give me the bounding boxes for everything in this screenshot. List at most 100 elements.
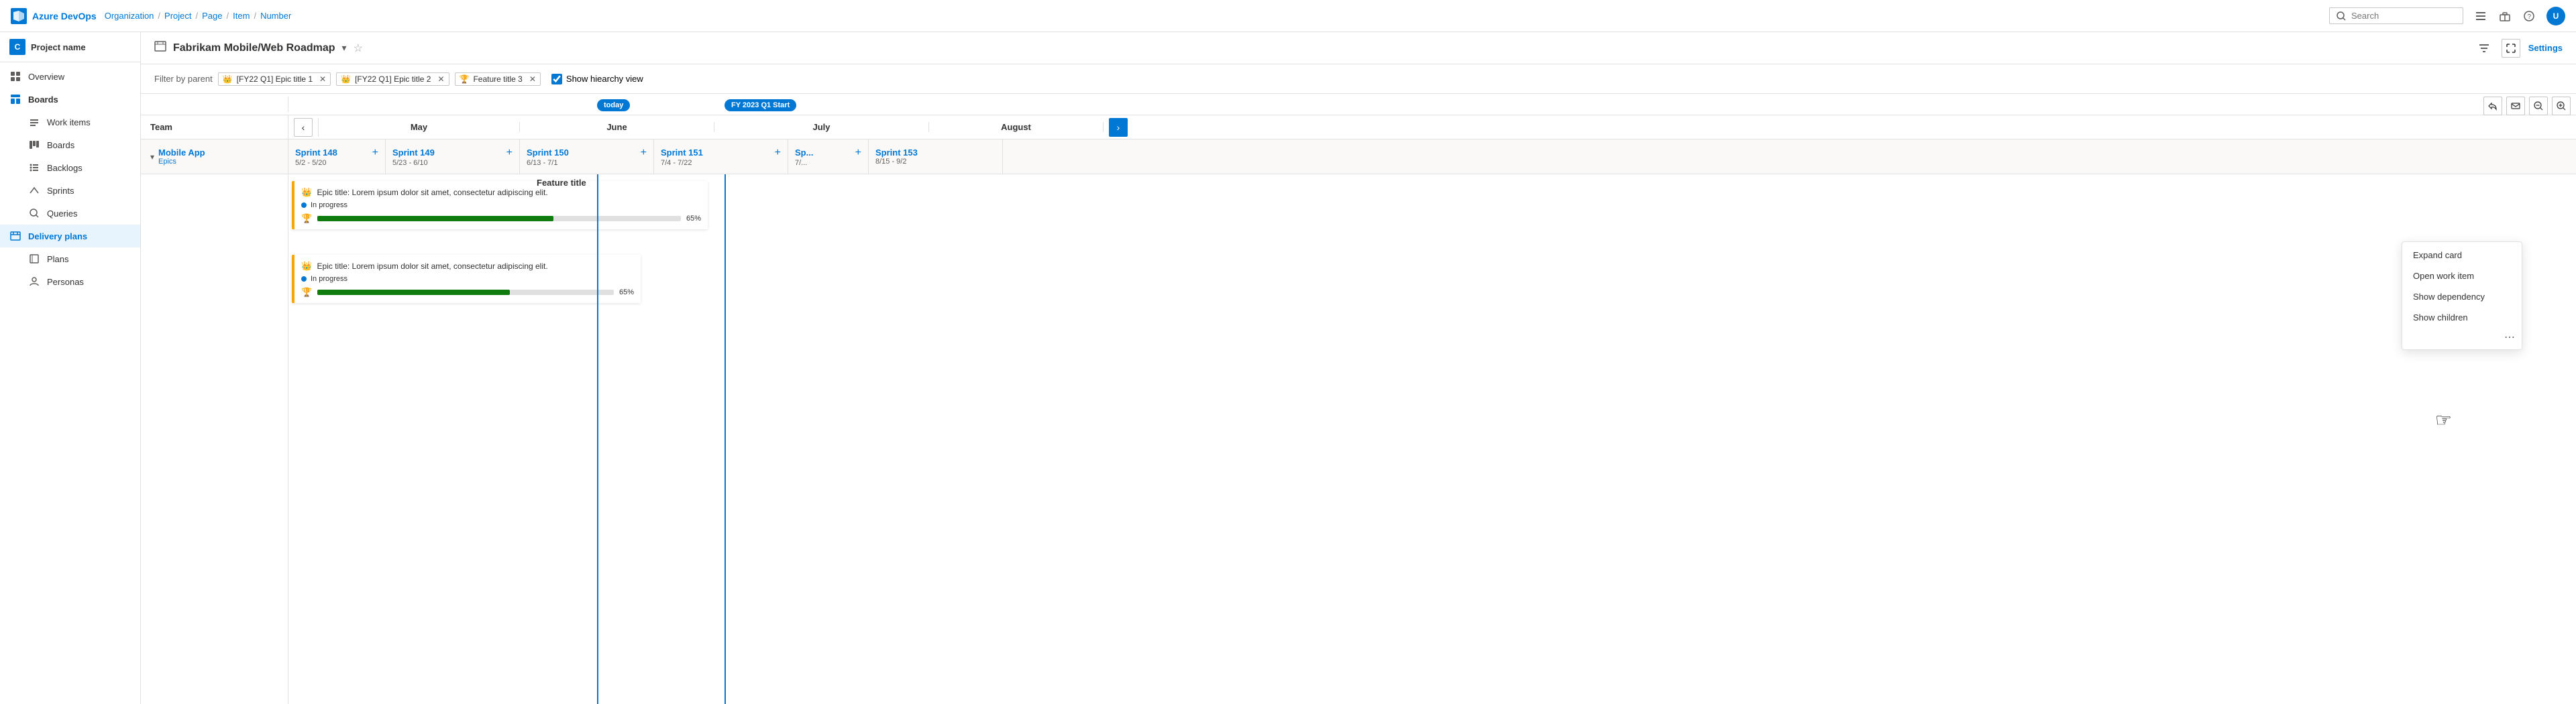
sidebar-item-boards-sub[interactable]: Boards: [0, 133, 140, 156]
gift-icon[interactable]: [2498, 9, 2512, 23]
breadcrumb-number[interactable]: Number: [260, 11, 291, 21]
header-actions: Settings: [2475, 39, 2563, 58]
board-sub-icon: [28, 139, 40, 151]
timeline-prev-button[interactable]: ‹: [294, 118, 313, 137]
ctx-expand-card[interactable]: Expand card: [2402, 245, 2522, 266]
sidebar-item-boards-header[interactable]: Boards: [0, 88, 140, 111]
today-badge: today: [597, 99, 630, 111]
share-link-button[interactable]: [2483, 97, 2502, 115]
sidebar-plans-label: Plans: [47, 254, 69, 264]
filter-button[interactable]: [2475, 39, 2493, 58]
sprint-148-add[interactable]: +: [372, 147, 378, 159]
app-logo[interactable]: Azure DevOps: [11, 8, 97, 24]
month-august: August: [929, 122, 1104, 132]
sidebar-work-items-label: Work items: [47, 117, 91, 127]
filter-tag-epic2[interactable]: 👑 [FY22 Q1] Epic title 2 ✕: [336, 72, 449, 86]
month-june: June: [520, 122, 714, 132]
settings-button[interactable]: Settings: [2528, 43, 2563, 53]
sidebar-item-plans[interactable]: Plans: [0, 247, 140, 270]
sprint-148-dates: 5/2 - 5/20: [295, 159, 378, 167]
avatar[interactable]: U: [2546, 7, 2565, 25]
sprint-148-name: Sprint 148: [295, 148, 337, 158]
azure-devops-logo: [11, 8, 27, 24]
sprints-icon: [28, 184, 40, 196]
sidebar-item-sprints[interactable]: Sprints: [0, 179, 140, 202]
month-may: May: [319, 122, 520, 132]
work-card-2[interactable]: 👑 Epic title: Lorem ipsum dolor sit amet…: [292, 255, 641, 303]
list-icon[interactable]: [2474, 9, 2487, 23]
page-title: Fabrikam Mobile/Web Roadmap: [173, 42, 335, 54]
sidebar-item-overview[interactable]: Overview: [0, 65, 140, 88]
ctx-open-work-item[interactable]: Open work item: [2402, 266, 2522, 286]
filter-bar: Filter by parent 👑 [FY22 Q1] Epic title …: [141, 64, 2576, 94]
filter-tag-feature3-close[interactable]: ✕: [529, 74, 536, 84]
status-dot-1: [301, 202, 307, 208]
sidebar-item-personas[interactable]: Personas: [0, 270, 140, 293]
filter-by-parent-label: Filter by parent: [154, 74, 213, 84]
search-icon: [2337, 11, 2346, 21]
work-card-1[interactable]: 👑 Epic title: Lorem ipsum dolor sit amet…: [292, 181, 708, 229]
card-2-progress-row: 🏆 65%: [301, 287, 634, 298]
zoom-in-button[interactable]: [2552, 97, 2571, 115]
sprint-152-name: Sp...: [795, 148, 813, 158]
card-1-progress-row: 🏆 65%: [301, 213, 701, 224]
trophy-icon-filter: 🏆: [460, 74, 470, 84]
sprint-153-name: Sprint 153: [875, 148, 918, 158]
ctx-show-dependency[interactable]: Show dependency: [2402, 286, 2522, 307]
trophy-icon-card2: 🏆: [301, 287, 312, 298]
timeline-next-button[interactable]: ›: [1109, 118, 1128, 137]
trophy-icon-card1: 🏆: [301, 213, 312, 224]
sprint-151-add[interactable]: +: [775, 147, 781, 159]
plans-icon: [28, 253, 40, 265]
ctx-show-children[interactable]: Show children: [2402, 307, 2522, 328]
crown-icon-2: 👑: [341, 74, 351, 84]
zoom-out-button[interactable]: [2529, 97, 2548, 115]
expand-button[interactable]: [2502, 39, 2520, 58]
crown-icon-1: 👑: [223, 74, 233, 84]
email-button[interactable]: [2506, 97, 2525, 115]
card-2-progress-fill: [317, 290, 510, 295]
personas-icon: [28, 276, 40, 288]
ctx-open-work-item-label: Open work item: [2413, 271, 2474, 281]
search-input[interactable]: [2351, 11, 2445, 21]
filter-tag-feature3-label: Feature title 3: [473, 74, 522, 84]
crown-icon-card1: 👑: [301, 187, 312, 197]
sprint-152-add[interactable]: +: [855, 147, 861, 159]
sprint-150-add[interactable]: +: [641, 147, 647, 159]
sidebar-queries-label: Queries: [47, 209, 78, 219]
filter-tag-epic1-close[interactable]: ✕: [319, 74, 326, 84]
month-headers: Team ‹ May June July August ›: [141, 115, 2576, 139]
favorite-icon[interactable]: ☆: [354, 42, 363, 55]
content-rows: 👑 Epic title: Lorem ipsum dolor sit amet…: [141, 174, 2576, 704]
ctx-show-children-label: Show children: [2413, 312, 2468, 322]
filter-tag-epic2-close[interactable]: ✕: [437, 74, 444, 84]
sprint-149-add[interactable]: +: [506, 147, 513, 159]
help-icon[interactable]: ?: [2522, 9, 2536, 23]
work-items-icon: [28, 116, 40, 128]
team-expand-icon[interactable]: ▾: [150, 152, 154, 162]
sidebar-item-work-items[interactable]: Work items: [0, 111, 140, 133]
search-box[interactable]: [2329, 7, 2463, 24]
card-1-progress-fill: [317, 216, 553, 221]
team-info-cell: ▾ Mobile App Epics: [141, 139, 288, 174]
ctx-more-icon[interactable]: ⋯: [2504, 331, 2515, 344]
ctx-show-dependency-label: Show dependency: [2413, 292, 2485, 302]
sidebar-item-queries[interactable]: Queries: [0, 202, 140, 225]
filter-tag-epic1[interactable]: 👑 [FY22 Q1] Epic title 1 ✕: [218, 72, 331, 86]
filter-tag-feature3[interactable]: 🏆 Feature title 3 ✕: [455, 72, 541, 86]
breadcrumb-item[interactable]: Item: [233, 11, 250, 21]
crown-icon-card2: 👑: [301, 261, 312, 271]
main-content: Fabrikam Mobile/Web Roadmap ▾ ☆ Settings…: [141, 32, 2576, 704]
sidebar-item-backlogs[interactable]: Backlogs: [0, 156, 140, 179]
sprint-150-name: Sprint 150: [527, 148, 569, 158]
breadcrumb-page[interactable]: Page: [202, 11, 222, 21]
status-dot-2: [301, 276, 307, 282]
breadcrumb-project[interactable]: Project: [164, 11, 191, 21]
sidebar-nav: Overview Boards Work items: [0, 62, 140, 296]
dropdown-arrow-icon[interactable]: ▾: [342, 42, 347, 54]
hierarchy-toggle[interactable]: Show hiearchy view: [551, 74, 643, 84]
hierarchy-checkbox[interactable]: [551, 74, 562, 84]
today-line: [597, 174, 598, 704]
sidebar-item-delivery-plans[interactable]: Delivery plans: [0, 225, 140, 247]
breadcrumb-org[interactable]: Organization: [105, 11, 154, 21]
